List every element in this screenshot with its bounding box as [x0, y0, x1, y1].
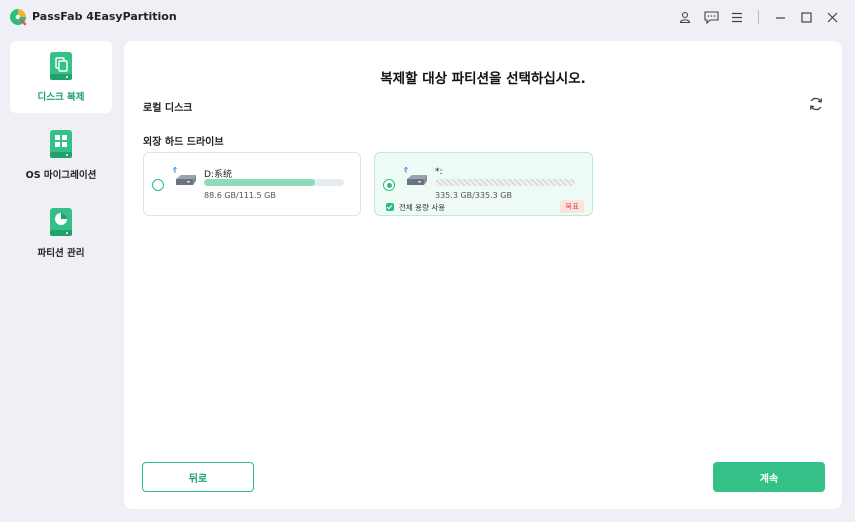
- page-title: 복제할 대상 파티션을 선택하십시오.: [380, 71, 586, 87]
- local-disk-section-title: 로컬 디스크: [143, 103, 193, 114]
- external-drive-section-title: 외장 하드 드라이브: [143, 137, 224, 148]
- sidebar-item-label: OS 마이그레이션: [25, 170, 97, 181]
- partition-card-d[interactable]: D:系统 88.6 GB/111.5 GB: [143, 152, 361, 216]
- continue-button[interactable]: 계속: [713, 462, 825, 492]
- os-migration-icon: [50, 130, 72, 158]
- radio-button-selected[interactable]: [383, 179, 395, 191]
- partition-manage-icon: [50, 208, 72, 236]
- checkbox-label: 전체 용량 사용: [399, 203, 446, 212]
- main-panel: 복제할 대상 파티션을 선택하십시오. 로컬 디스크 외장 하드 드라이브 D:…: [124, 41, 842, 509]
- usb-drive-icon: [404, 167, 427, 185]
- user-icon[interactable]: [674, 7, 696, 27]
- target-badge: 목표: [560, 200, 584, 213]
- sidebar-item-partition-manage[interactable]: 파티션 관리: [10, 197, 112, 269]
- partition-size: 335.3 GB/335.3 GB: [435, 191, 512, 200]
- maximize-icon[interactable]: [795, 7, 817, 27]
- minimize-icon[interactable]: [769, 7, 791, 27]
- partition-size: 88.6 GB/111.5 GB: [204, 191, 276, 200]
- back-button[interactable]: 뒤로: [142, 462, 254, 492]
- disk-clone-icon: [50, 52, 72, 80]
- app-logo-icon: [10, 9, 27, 26]
- usage-bar-fill: [204, 179, 315, 186]
- sidebar-item-label: 파티션 관리: [37, 248, 85, 259]
- usage-bar: [435, 179, 575, 186]
- checkbox-checked[interactable]: [386, 203, 394, 211]
- radio-button[interactable]: [152, 179, 164, 191]
- partition-card-target[interactable]: *: 335.3 GB/335.3 GB 전체 용량 사용 목표: [374, 152, 593, 216]
- sidebar-item-os-migration[interactable]: OS 마이그레이션: [10, 119, 112, 191]
- sidebar-item-disk-clone[interactable]: 디스크 복제: [10, 41, 112, 113]
- title-bar: PassFab 4EasyPartition: [0, 0, 855, 34]
- sidebar: 디스크 복제 OS 마이그레이션 파티션 관리: [0, 34, 122, 514]
- message-icon[interactable]: [700, 7, 722, 27]
- menu-icon[interactable]: [726, 7, 748, 27]
- refresh-icon[interactable]: [808, 96, 824, 112]
- partition-name: *:: [435, 167, 443, 177]
- close-icon[interactable]: [821, 7, 843, 27]
- app-title: PassFab 4EasyPartition: [32, 10, 177, 23]
- usage-bar: [204, 179, 344, 186]
- titlebar-divider: [758, 10, 759, 24]
- sidebar-item-label: 디스크 복제: [37, 92, 85, 103]
- usb-drive-icon: [173, 167, 196, 185]
